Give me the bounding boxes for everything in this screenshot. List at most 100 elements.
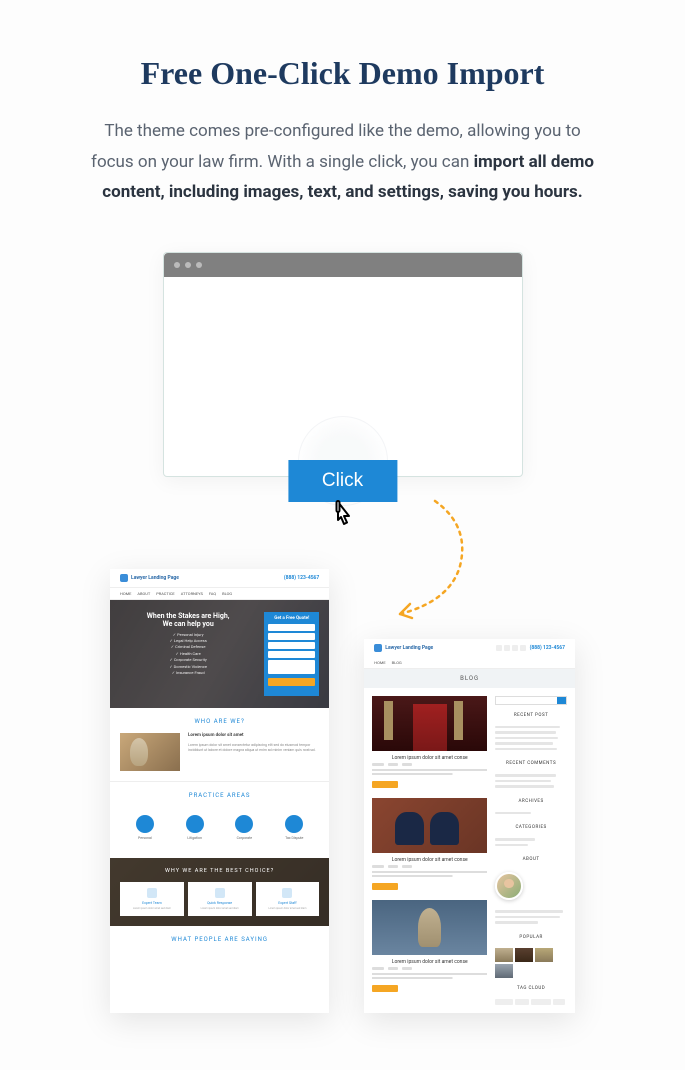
window-dot bbox=[196, 262, 202, 268]
popular-thumbs bbox=[495, 948, 567, 978]
blog-sidebar: RECENT POST RECENT COMMENTS ARCHIVES CAT… bbox=[495, 696, 567, 1005]
click-button[interactable]: Click bbox=[288, 460, 397, 502]
area-icon bbox=[235, 815, 253, 833]
card-text: Lorem ipsum dolor amet sed diam bbox=[259, 907, 317, 911]
quote-form: Get a Free Quote! bbox=[264, 612, 319, 696]
post-meta bbox=[372, 967, 487, 970]
sidebar-heading: CATEGORIES bbox=[495, 825, 567, 830]
sidebar-heading: TAG CLOUD bbox=[495, 986, 567, 991]
logo-text: Lawyer Landing Page bbox=[131, 575, 179, 581]
who-section: WHO ARE WE? Lorem ipsum dolor sit amet L… bbox=[110, 708, 329, 781]
nav-item: PRACTICE bbox=[156, 591, 174, 596]
form-input bbox=[268, 633, 315, 640]
sidebar-list bbox=[495, 726, 567, 754]
bullet: Insurance Fraud bbox=[120, 670, 256, 676]
read-more-btn bbox=[372, 985, 398, 992]
author-avatar bbox=[495, 872, 523, 900]
read-more-btn bbox=[372, 883, 398, 890]
form-input bbox=[268, 651, 315, 658]
blog-titlebar: BLOG bbox=[364, 669, 575, 688]
who-image bbox=[120, 733, 180, 771]
blog-post: Lorem ipsum dolor sit amet conse bbox=[372, 696, 487, 788]
demo-preview-landing: Lawyer Landing Page (888) 123-4567 HOME … bbox=[110, 569, 329, 1013]
form-input bbox=[268, 624, 315, 631]
logo-icon bbox=[374, 644, 382, 652]
phone-number: (888) 123-4567 bbox=[284, 575, 319, 581]
sidebar-list bbox=[495, 838, 567, 849]
nav-item: BLOG bbox=[222, 591, 232, 596]
nav-item: ATTORNEYS bbox=[181, 591, 203, 596]
practice-area: Corporate bbox=[235, 815, 253, 840]
card-icon bbox=[282, 888, 292, 898]
card-text: Lorem ipsum dolor amet sed diam bbox=[191, 907, 249, 911]
card-icon bbox=[215, 888, 225, 898]
practice-area: Litigation bbox=[186, 815, 204, 840]
card-text: Lorem ipsum dolor amet sed diam bbox=[123, 907, 181, 911]
sidebar-heading: RECENT COMMENTS bbox=[495, 761, 567, 766]
logo-icon bbox=[120, 574, 128, 582]
post-title: Lorem ipsum dolor sit amet conse bbox=[372, 959, 487, 965]
area-label: Tax Dispute bbox=[285, 836, 303, 840]
read-more-btn bbox=[372, 781, 398, 788]
phone-number: (888) 123-4567 bbox=[530, 645, 565, 651]
preview-logo: Lawyer Landing Page bbox=[374, 644, 433, 652]
sidebar-heading: ABOUT bbox=[495, 857, 567, 862]
feature-card: Quick Response Lorem ipsum dolor amet sed… bbox=[188, 882, 252, 917]
window-dot bbox=[185, 262, 191, 268]
social-icons bbox=[496, 645, 526, 651]
area-icon bbox=[285, 815, 303, 833]
demo-preview-blog: Lawyer Landing Page (888) 123-4567 HOME … bbox=[364, 639, 575, 1013]
curved-arrow-icon bbox=[390, 496, 490, 626]
card-icon bbox=[147, 888, 157, 898]
page-heading: Free One-Click Demo Import bbox=[60, 55, 625, 92]
section-title: WHY WE ARE THE BEST CHOICE? bbox=[120, 868, 319, 874]
post-excerpt bbox=[372, 973, 487, 981]
nav-item: ABOUT bbox=[137, 591, 150, 596]
area-label: Litigation bbox=[187, 836, 202, 840]
nav-item: HOME bbox=[120, 591, 131, 596]
window-dot bbox=[174, 262, 180, 268]
practice-section: PRACTICE AREAS Personal Litigation Corpo… bbox=[110, 781, 329, 858]
card-title: Expert Team bbox=[123, 901, 181, 905]
feature-card: Expert Team Lorem ipsum dolor amet sed di… bbox=[120, 882, 184, 917]
who-text: Lorem ipsum dolor sit amet Lorem ipsum d… bbox=[188, 733, 319, 753]
hero-bullets: Personal Injury Legal Help Access Crimin… bbox=[120, 632, 256, 677]
area-label: Personal bbox=[138, 836, 152, 840]
nav-item: FAQ bbox=[209, 591, 216, 596]
post-title: Lorem ipsum dolor sit amet conse bbox=[372, 857, 487, 863]
practice-area: Tax Dispute bbox=[285, 815, 303, 840]
browser-mockup: Click bbox=[163, 252, 523, 477]
hero-title: When the Stakes are High,We can help you bbox=[120, 612, 256, 629]
post-meta bbox=[372, 763, 487, 766]
sidebar-heading: POPULAR bbox=[495, 935, 567, 940]
post-image bbox=[372, 900, 487, 955]
nav-item: BLOG bbox=[392, 660, 402, 665]
card-title: Quick Response bbox=[191, 901, 249, 905]
post-image bbox=[372, 696, 487, 751]
area-icon bbox=[136, 815, 154, 833]
sidebar-list bbox=[495, 812, 567, 818]
sidebar-text bbox=[495, 910, 567, 927]
post-image bbox=[372, 798, 487, 853]
sidebar-heading: ARCHIVES bbox=[495, 799, 567, 804]
best-choice-section: WHY WE ARE THE BEST CHOICE? Expert Team L… bbox=[110, 858, 329, 927]
form-title: Get a Free Quote! bbox=[268, 616, 315, 621]
area-label: Corporate bbox=[237, 836, 252, 840]
page-subtitle: The theme comes pre-configured like the … bbox=[83, 116, 603, 208]
area-icon bbox=[186, 815, 204, 833]
hero-section: When the Stakes are High,We can help you… bbox=[110, 600, 329, 708]
blog-post: Lorem ipsum dolor sit amet conse bbox=[372, 798, 487, 890]
tag-cloud bbox=[495, 999, 567, 1005]
post-meta bbox=[372, 865, 487, 868]
preview-nav: HOME ABOUT PRACTICE ATTORNEYS FAQ BLOG bbox=[110, 588, 329, 600]
practice-area: Personal bbox=[136, 815, 154, 840]
post-excerpt bbox=[372, 871, 487, 879]
blog-post: Lorem ipsum dolor sit amet conse bbox=[372, 900, 487, 992]
card-title: Expert Staff bbox=[259, 901, 317, 905]
search-box bbox=[495, 696, 567, 705]
pointer-cursor-icon bbox=[329, 500, 357, 532]
post-title: Lorem ipsum dolor sit amet conse bbox=[372, 755, 487, 761]
section-title: WHO ARE WE? bbox=[120, 718, 319, 725]
sidebar-heading: RECENT POST bbox=[495, 713, 567, 718]
section-title: PRACTICE AREAS bbox=[120, 792, 319, 799]
